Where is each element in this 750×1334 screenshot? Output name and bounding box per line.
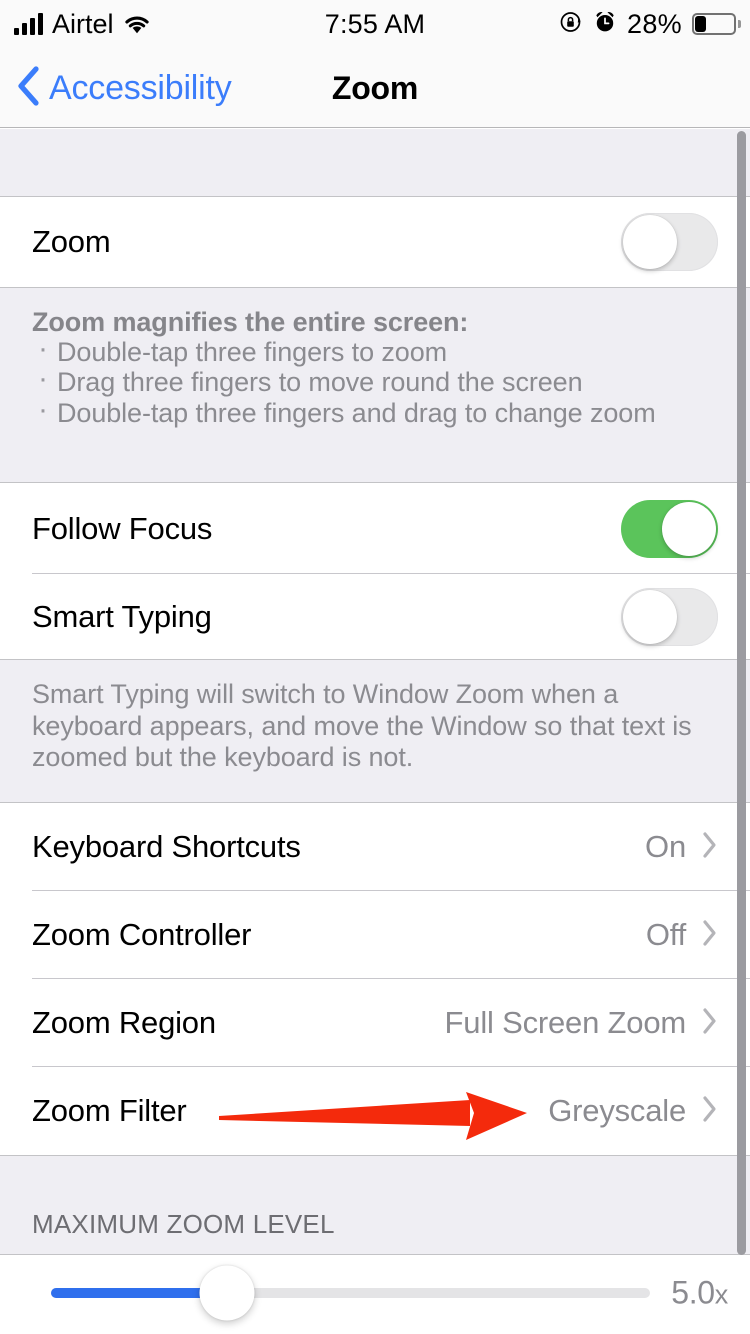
alarm-clock-icon	[593, 10, 617, 39]
follow-focus-toggle[interactable]	[621, 499, 718, 558]
chevron-right-icon	[702, 1095, 718, 1128]
zoom-footer-bullet: Double-tap three fingers and drag to cha…	[32, 393, 718, 428]
vertical-scrollbar[interactable]	[737, 131, 746, 1255]
row-zoom-controller-label: Zoom Controller	[32, 917, 252, 952]
rotation-lock-icon	[559, 10, 583, 39]
row-keyboard-shortcuts-label: Keyboard Shortcuts	[32, 829, 301, 864]
row-zoom-controller-value: Off	[645, 917, 686, 952]
row-zoom-label: Zoom	[32, 224, 111, 259]
zoom-toggle[interactable]	[621, 213, 718, 271]
max-zoom-slider-row: 5.0x	[0, 1255, 750, 1331]
zoom-detail-group: Keyboard Shortcuts On Zoom Controller Of…	[0, 803, 750, 1155]
chevron-right-icon	[702, 831, 718, 864]
ios-settings-zoom-screen: Airtel 7:55 AM 28% Accessibility Zoom Zo…	[0, 0, 750, 1334]
row-zoom-region-value: Full Screen Zoom	[444, 1005, 687, 1040]
max-zoom-header-label: MAXIMUM ZOOM LEVEL	[0, 1156, 750, 1254]
max-zoom-slider-knob[interactable]	[199, 1265, 255, 1321]
row-zoom[interactable]: Zoom	[0, 197, 750, 287]
zoom-toggle-group: Zoom	[0, 197, 750, 287]
smart-typing-footer: Smart Typing will switch to Window Zoom …	[0, 659, 750, 803]
row-zoom-controller-right: Off	[646, 917, 718, 953]
row-zoom-region-label: Zoom Region	[32, 1005, 216, 1040]
row-smart-typing[interactable]: Smart Typing	[0, 574, 750, 659]
battery-icon	[692, 13, 741, 35]
settings-content: Zoom Zoom magnifies the entire screen: D…	[0, 129, 750, 1334]
max-zoom-section-header: MAXIMUM ZOOM LEVEL	[0, 1155, 750, 1255]
row-zoom-filter-value: Greyscale	[548, 1093, 686, 1128]
row-smart-typing-label: Smart Typing	[32, 598, 212, 634]
status-bar: Airtel 7:55 AM 28%	[0, 0, 750, 48]
row-zoom-controller[interactable]: Zoom Controller Off	[0, 891, 750, 979]
navigation-bar: Accessibility Zoom	[0, 48, 750, 128]
smart-typing-toggle[interactable]	[621, 587, 718, 646]
max-zoom-slider-track[interactable]	[51, 1288, 650, 1298]
max-zoom-value-unit: x	[714, 1279, 729, 1310]
max-zoom-value: 5.0x	[671, 1275, 728, 1312]
page-title: Zoom	[331, 69, 419, 106]
chevron-right-icon	[702, 919, 718, 952]
row-zoom-filter-right: Greyscale	[548, 1093, 718, 1129]
top-spacer	[0, 129, 750, 197]
row-zoom-filter[interactable]: Zoom Filter Greyscale	[0, 1067, 750, 1155]
row-zoom-right	[621, 213, 718, 271]
row-zoom-region[interactable]: Zoom Region Full Screen Zoom	[0, 979, 750, 1067]
zoom-footer-bullets: Double-tap three fingers to zoom Drag th…	[32, 332, 718, 428]
smart-typing-footer-text: Smart Typing will switch to Window Zoom …	[32, 679, 692, 773]
row-keyboard-shortcuts-right: On	[645, 829, 718, 865]
status-bar-right: 28%	[559, 8, 741, 40]
zoom-footer-title: Zoom magnifies the entire screen:	[32, 307, 469, 337]
row-keyboard-shortcuts-value: On	[645, 829, 686, 864]
row-follow-focus-right	[621, 499, 718, 558]
row-zoom-region-right: Full Screen Zoom	[445, 1005, 718, 1041]
max-zoom-value-number: 5.0	[671, 1274, 715, 1311]
row-zoom-filter-label: Zoom Filter	[32, 1093, 187, 1128]
row-keyboard-shortcuts[interactable]: Keyboard Shortcuts On	[0, 803, 750, 891]
focus-typing-group: Follow Focus Smart Typing	[0, 483, 750, 659]
battery-percent-label: 28%	[627, 8, 682, 39]
row-smart-typing-right	[621, 587, 718, 646]
row-follow-focus-label: Follow Focus	[32, 510, 213, 546]
zoom-footer: Zoom magnifies the entire screen: Double…	[0, 287, 750, 483]
row-follow-focus[interactable]: Follow Focus	[0, 483, 750, 574]
zoom-footer-bullet: Drag three fingers to move round the scr…	[32, 362, 718, 397]
zoom-footer-bullet: Double-tap three fingers to zoom	[32, 332, 718, 367]
chevron-right-icon	[702, 1007, 718, 1040]
